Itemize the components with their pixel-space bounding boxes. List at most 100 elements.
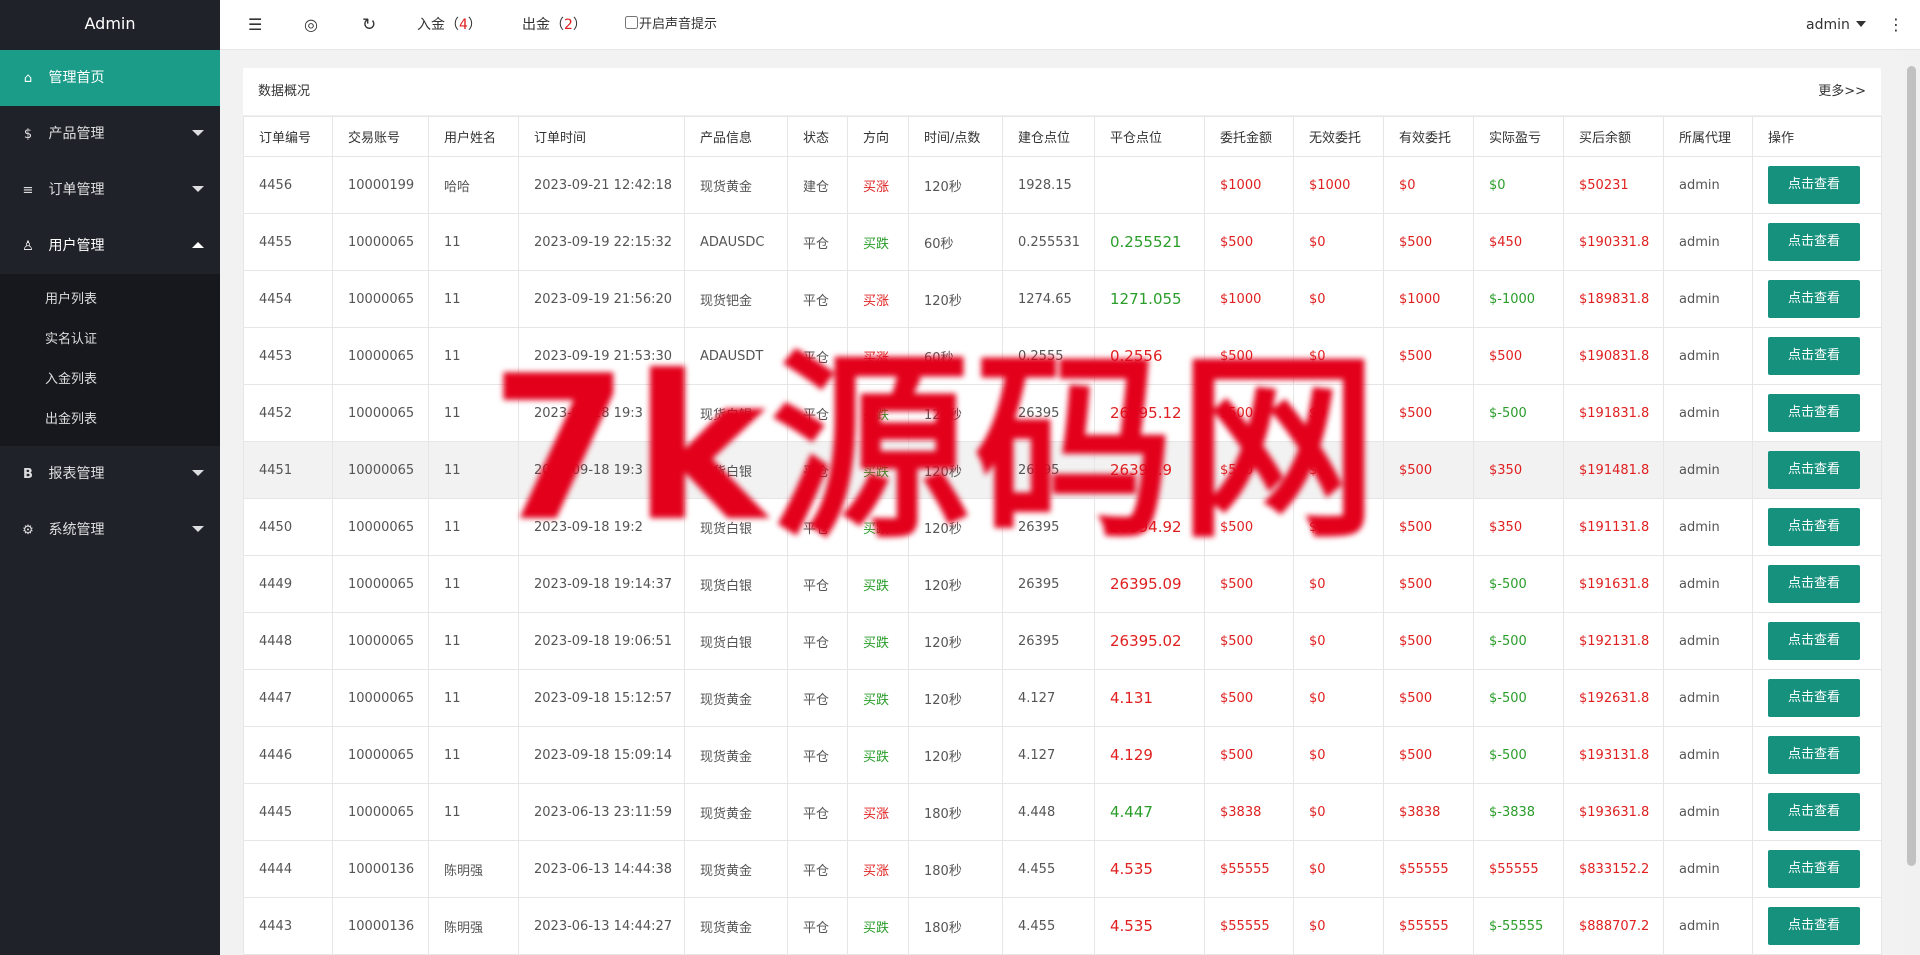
cell-close-price: 26395.02 [1094, 612, 1205, 670]
table-row: 4446 10000065 11 2023-09-18 15:09:14 现货黄金 平仓买… [243, 726, 1882, 784]
view-details-button[interactable]: 点击查看 [1768, 166, 1860, 204]
cell-user-name: 11 [428, 498, 519, 556]
overview-card: 数据概况 更多>> 订单编号 交易账号 用户姓名 订单时间 产品信息 状态 方向 时间/点数建… [243, 68, 1882, 955]
cell-open-price: 26395 [1002, 555, 1095, 613]
bold-b-icon: B [23, 467, 33, 482]
sidebar-subitem-deposits[interactable]: 入金列表 [0, 360, 220, 400]
view-details-button[interactable]: 点击查看 [1768, 622, 1860, 660]
cell-profit-loss: $350 [1473, 498, 1564, 556]
scrollbar-thumb[interactable] [1907, 66, 1916, 866]
cell-product: 现货黄金 [684, 783, 788, 841]
user-submenu: 用户列表 实名认证 入金列表 出金列表 [0, 274, 220, 446]
cell-order-id: 4448 [243, 612, 333, 670]
cell-open-price: 4.455 [1002, 840, 1095, 898]
sidebar-item-system[interactable]: ⚙ 系统管理 [0, 502, 220, 558]
cell-action: 点击查看 [1752, 726, 1882, 784]
cell-product: 现货白银 [684, 498, 788, 556]
cell-order-time: 2023-06-13 23:11:59 [518, 783, 685, 841]
view-details-button[interactable]: 点击查看 [1768, 337, 1860, 375]
view-details-button[interactable]: 点击查看 [1768, 565, 1860, 603]
sidebar-item-label: 用户管理 [48, 238, 105, 254]
table-row: 4443 10000136 陈明强 2023-06-13 14:44:27 现货黄金 平仓… [243, 897, 1882, 955]
cell-order-id: 4452 [243, 384, 333, 442]
chevron-down-icon [192, 526, 204, 532]
sidebar-subitem-user-list[interactable]: 用户列表 [0, 280, 220, 320]
cell-status: 平仓 [787, 441, 848, 499]
sidebar-item-home[interactable]: ⌂ 管理首页 [0, 50, 220, 106]
cell-valid-amount: $500 [1383, 726, 1474, 784]
cell-profit-loss: $-3838 [1473, 783, 1564, 841]
sidebar-item-label: 产品管理 [48, 126, 105, 142]
cell-agent: admin [1663, 213, 1753, 271]
table-row: 4452 10000065 11 2023-09-18 19:3 现货白银 平仓 买跌 120… [243, 384, 1882, 442]
user-menu[interactable]: admin [1806, 0, 1866, 50]
sidebar-item-label: 报表管理 [48, 466, 105, 482]
cell-valid-amount: $500 [1383, 612, 1474, 670]
view-details-button[interactable]: 点击查看 [1768, 736, 1860, 774]
cell-order-time: 2023-09-18 19:3 [518, 384, 685, 442]
cell-valid-amount: $500 [1383, 327, 1474, 385]
table-row: 4450 10000065 11 2023-09-18 19:2 现货白银 平仓 买跌 120… [243, 498, 1882, 556]
cell-product: 现货钯金 [684, 270, 788, 328]
sidebar-item-reports[interactable]: B 报表管理 [0, 446, 220, 502]
view-details-button[interactable]: 点击查看 [1768, 907, 1860, 945]
cell-profit-loss: $-500 [1473, 612, 1564, 670]
cell-direction: 买跌 [847, 213, 909, 271]
more-vertical-icon[interactable]: ⋮ [1888, 0, 1904, 50]
app-logo[interactable]: Admin [0, 0, 220, 50]
view-details-button[interactable]: 点击查看 [1768, 850, 1860, 888]
withdraw-close: ） [572, 17, 587, 33]
menu-toggle-icon[interactable]: ☰ [248, 0, 262, 50]
cell-valid-amount: $500 [1383, 555, 1474, 613]
sidebar-item-orders[interactable]: ≡ 订单管理 [0, 162, 220, 218]
globe-icon[interactable]: ◎ [304, 0, 318, 50]
cell-invalid-amount: $0 [1293, 270, 1384, 328]
cell-direction: 买涨 [847, 270, 909, 328]
cell-account: 10000065 [332, 726, 429, 784]
cell-close-price: 4.131 [1094, 669, 1205, 727]
view-details-button[interactable]: 点击查看 [1768, 793, 1860, 831]
cell-order-time: 2023-09-18 19:2 [518, 498, 685, 556]
column-header: 平仓点位 [1094, 116, 1205, 157]
sidebar-item-users[interactable]: ♙ 用户管理 [0, 218, 220, 274]
cell-order-id: 4455 [243, 213, 333, 271]
view-details-button[interactable]: 点击查看 [1768, 679, 1860, 717]
cell-invalid-amount: $0 [1293, 669, 1384, 727]
table-row: 4444 10000136 陈明强 2023-06-13 14:44:38 现货黄金 平仓… [243, 840, 1882, 898]
view-details-button[interactable]: 点击查看 [1768, 223, 1860, 261]
cell-user-name: 11 [428, 555, 519, 613]
cell-invalid-amount: $1000 [1293, 156, 1384, 214]
cell-product: 现货白银 [684, 384, 788, 442]
more-link[interactable]: 更多>> [1818, 68, 1866, 116]
dollar-circle-icon: $ [23, 127, 33, 142]
refresh-icon[interactable]: ↻ [362, 0, 376, 50]
cell-valid-amount: $1000 [1383, 270, 1474, 328]
withdraw-link[interactable]: 出金（2） [522, 0, 587, 50]
deposit-link[interactable]: 入金（4） [417, 0, 482, 50]
view-details-button[interactable]: 点击查看 [1768, 394, 1860, 432]
cell-direction: 买涨 [847, 840, 909, 898]
cell-action: 点击查看 [1752, 783, 1882, 841]
view-details-button[interactable]: 点击查看 [1768, 508, 1860, 546]
column-header: 方向 [847, 116, 909, 157]
sidebar-subitem-withdrawals[interactable]: 出金列表 [0, 400, 220, 440]
cell-agent: admin [1663, 897, 1753, 955]
view-details-button[interactable]: 点击查看 [1768, 280, 1860, 318]
sound-toggle[interactable]: 开启声音提示 [625, 0, 717, 50]
cell-close-price: 1271.055 [1094, 270, 1205, 328]
vertical-scrollbar[interactable] [1903, 50, 1920, 955]
view-details-button[interactable]: 点击查看 [1768, 451, 1860, 489]
sidebar-item-products[interactable]: $ 产品管理 [0, 106, 220, 162]
cell-agent: admin [1663, 384, 1753, 442]
cell-order-id: 4456 [243, 156, 333, 214]
cell-profit-loss: $450 [1473, 213, 1564, 271]
sidebar-subitem-verification[interactable]: 实名认证 [0, 320, 220, 360]
sound-label: 开启声音提示 [639, 17, 718, 32]
cell-valid-amount: $0 [1383, 156, 1474, 214]
cell-status: 平仓 [787, 612, 848, 670]
cell-open-price: 4.127 [1002, 669, 1095, 727]
cell-balance-after: $888707.2 [1563, 897, 1664, 955]
sound-checkbox[interactable] [625, 16, 638, 29]
caret-down-icon [1855, 21, 1866, 27]
user-icon: ♙ [22, 239, 34, 254]
